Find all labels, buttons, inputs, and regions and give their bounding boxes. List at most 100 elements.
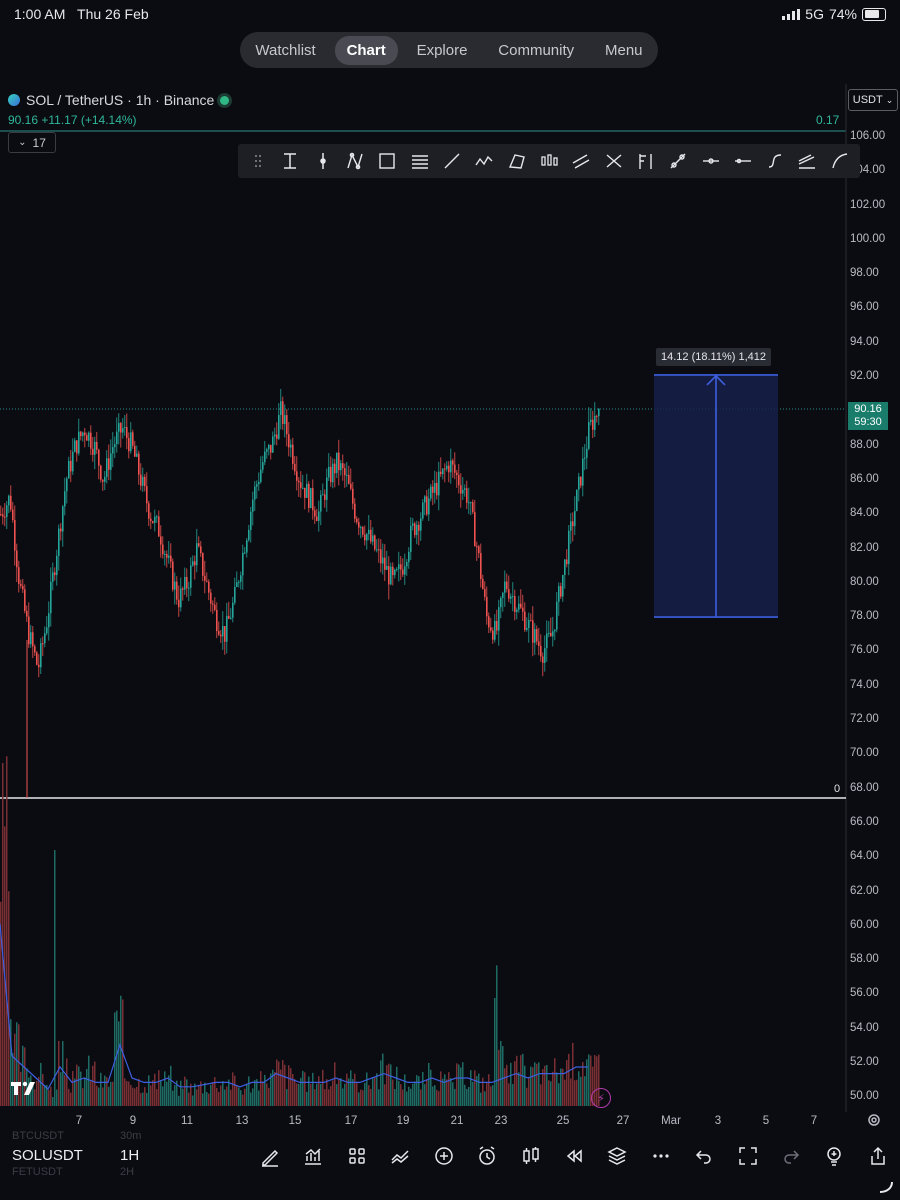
candle-type-icon[interactable] bbox=[517, 1142, 545, 1170]
candles-layer bbox=[0, 388, 600, 798]
ticker-selector[interactable]: SOLUSDT bbox=[12, 1147, 83, 1164]
volume-bar bbox=[274, 1072, 276, 1106]
volume-bar bbox=[308, 1076, 310, 1106]
candle-body bbox=[480, 553, 482, 580]
candle-body bbox=[8, 495, 10, 506]
polygon-icon[interactable] bbox=[505, 149, 529, 173]
prev-timeframe[interactable]: 30m bbox=[120, 1130, 141, 1142]
candle-body bbox=[194, 561, 196, 566]
y-tick-label: 88.00 bbox=[850, 438, 879, 451]
text-cursor-icon[interactable] bbox=[278, 149, 302, 173]
redo-icon[interactable] bbox=[777, 1142, 805, 1170]
candle-body bbox=[556, 601, 558, 630]
prev-ticker[interactable]: BTCUSDT bbox=[12, 1130, 64, 1142]
volume-bar bbox=[522, 1053, 524, 1106]
candle-body bbox=[454, 464, 456, 473]
next-ticker[interactable]: FETUSDT bbox=[12, 1166, 63, 1178]
volume-bar bbox=[22, 1045, 24, 1106]
volume-bar bbox=[558, 1083, 560, 1106]
anchor-icon[interactable] bbox=[666, 149, 690, 173]
layouts-icon[interactable] bbox=[343, 1142, 371, 1170]
layers-icon[interactable] bbox=[603, 1142, 631, 1170]
indicators-icon[interactable] bbox=[299, 1142, 327, 1170]
trend-line-icon[interactable] bbox=[440, 149, 464, 173]
x-tick-label: 7 bbox=[75, 1115, 83, 1127]
candle-body bbox=[548, 632, 550, 634]
volume-bar bbox=[528, 1077, 530, 1106]
x-tick-label: 3 bbox=[714, 1115, 722, 1127]
y-axis[interactable]: 106.00 104.00 102.00 100.00 98.00 96.00 94.00 9… bbox=[846, 84, 900, 1114]
compare-icon[interactable] bbox=[386, 1142, 414, 1170]
candle-body bbox=[238, 581, 240, 583]
candle-body bbox=[12, 509, 14, 520]
regression-icon[interactable] bbox=[828, 149, 852, 173]
candle-body bbox=[162, 544, 164, 555]
currency-select[interactable]: USDT ⌄ bbox=[848, 89, 898, 111]
symbol-row[interactable]: SOL / TetherUS · 1h · Binance bbox=[8, 92, 230, 108]
curve-icon[interactable] bbox=[795, 149, 819, 173]
settings-icon[interactable] bbox=[866, 1112, 882, 1133]
indicator-toggle[interactable]: ⌄ 17 bbox=[8, 132, 56, 153]
volume-bar bbox=[288, 1065, 290, 1106]
flash-icon[interactable]: ⚡ bbox=[591, 1088, 611, 1108]
rectangle-icon[interactable] bbox=[375, 149, 399, 173]
timeframe-selector[interactable]: 1H bbox=[120, 1147, 139, 1164]
tradingview-logo-icon bbox=[11, 1081, 35, 1095]
volume-bar bbox=[468, 1086, 470, 1106]
candle-body bbox=[268, 444, 270, 450]
resize-handle-icon[interactable] bbox=[878, 1180, 894, 1199]
replay-icon[interactable] bbox=[560, 1142, 588, 1170]
horizontal-line-icon[interactable] bbox=[763, 149, 787, 173]
volume-bar bbox=[508, 1083, 510, 1106]
price-chart[interactable] bbox=[0, 0, 900, 1200]
volume-bar bbox=[54, 850, 56, 1106]
candle-body bbox=[528, 620, 530, 628]
candle-body bbox=[10, 495, 12, 510]
candles-icon[interactable] bbox=[537, 149, 561, 173]
volume-bar bbox=[304, 1072, 306, 1106]
horizontal-ray-icon[interactable] bbox=[731, 149, 755, 173]
volume-bar bbox=[458, 1064, 460, 1106]
candle-body bbox=[114, 444, 116, 448]
candle-body bbox=[356, 518, 358, 523]
symbol-title[interactable]: SOL / TetherUS · 1h · Binance bbox=[26, 92, 214, 108]
toolbar-drag-handle-icon[interactable] bbox=[246, 149, 270, 173]
vertical-line-icon[interactable] bbox=[311, 149, 335, 173]
volume-pane-label: 0 bbox=[834, 783, 841, 795]
candle-body bbox=[400, 564, 402, 570]
add-icon[interactable] bbox=[430, 1142, 458, 1170]
alert-icon[interactable] bbox=[473, 1142, 501, 1170]
candle-body bbox=[360, 527, 362, 529]
y-tick-label: 56.00 bbox=[850, 987, 879, 1000]
channel-icon[interactable] bbox=[569, 149, 593, 173]
candle-body bbox=[486, 596, 488, 617]
volume-bar bbox=[446, 1079, 448, 1106]
cross-lines-icon[interactable] bbox=[602, 149, 626, 173]
measure-tool[interactable] bbox=[654, 374, 778, 618]
undo-icon[interactable] bbox=[690, 1142, 718, 1170]
candle-body bbox=[266, 449, 268, 452]
price-change: 90.16 +11.17 (+14.14%) bbox=[8, 113, 137, 127]
wave-icon[interactable] bbox=[472, 149, 496, 173]
candle-body bbox=[166, 553, 168, 558]
fullscreen-icon[interactable] bbox=[734, 1142, 762, 1170]
pattern-icon[interactable] bbox=[343, 149, 367, 173]
candle-body bbox=[156, 516, 158, 518]
draw-icon[interactable] bbox=[256, 1142, 284, 1170]
candle-body bbox=[476, 546, 478, 548]
share-icon[interactable] bbox=[864, 1142, 892, 1170]
volume-bar bbox=[332, 1080, 334, 1106]
fib-lines-icon[interactable] bbox=[408, 149, 432, 173]
next-timeframe[interactable]: 2H bbox=[120, 1166, 134, 1178]
candle-body bbox=[414, 523, 416, 536]
volume-bar bbox=[164, 1071, 166, 1106]
ideas-icon[interactable] bbox=[820, 1142, 848, 1170]
y-tick-label: 96.00 bbox=[850, 301, 879, 314]
volume-bar bbox=[104, 1075, 106, 1106]
path-icon[interactable] bbox=[699, 149, 723, 173]
candle-body bbox=[562, 574, 564, 597]
more-icon[interactable] bbox=[647, 1142, 675, 1170]
long-position-icon[interactable] bbox=[634, 149, 658, 173]
y-tick-label: 68.00 bbox=[850, 781, 879, 794]
candle-body bbox=[216, 609, 218, 632]
